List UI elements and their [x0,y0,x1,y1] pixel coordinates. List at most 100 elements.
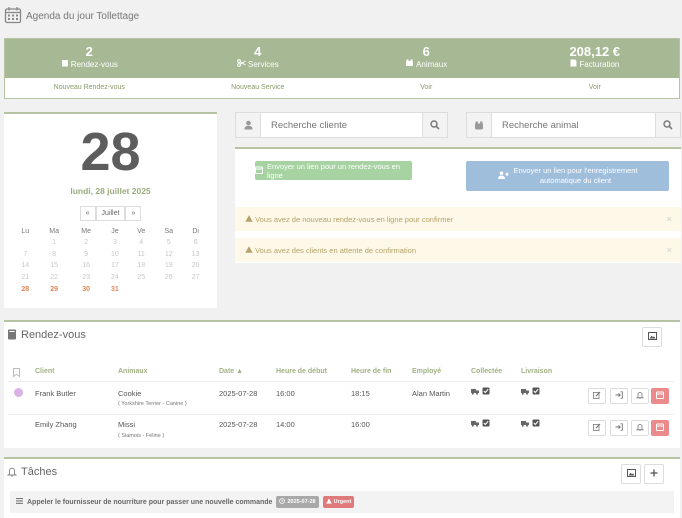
calendar-day[interactable]: 12 [155,249,183,261]
image-icon [647,332,657,342]
calendar-day[interactable]: 31 [102,283,128,295]
calendar-day[interactable]: 28 [13,283,39,295]
reminder-button[interactable] [631,388,649,404]
calendar-day[interactable]: 13 [183,249,209,261]
calendar-day[interactable]: 8 [38,249,70,261]
search-icon[interactable] [655,113,680,137]
calendar-day[interactable]: 19 [155,260,183,272]
task-item[interactable]: Appeler le fournisseur de nourriture pou… [10,491,674,513]
button-label: Envoyer un lien pour l'enregistrement aut… [514,166,638,186]
client-search-input[interactable] [261,113,422,137]
task-date: 2025-07-28 [287,499,316,505]
edit-icon [593,391,601,401]
edit-button[interactable] [588,420,606,436]
page-header: Agenda du jour Tollettage [4,4,139,28]
row-date: 2025-07-28 [219,389,258,398]
truck-icon [471,388,479,397]
weekday-header: Sa [164,227,173,235]
send-registration-link-button[interactable]: Envoyer un lien pour l'enregistrement aut… [466,161,669,191]
add-task-button[interactable] [644,464,664,484]
button-label-line1: Envoyer un lien pour l'enregistrement [513,166,638,175]
calendar-remove-icon [656,391,664,401]
new-service-link[interactable]: Nouveau Service [174,78,343,99]
cancel-appointment-button[interactable] [651,388,669,404]
calendar-day[interactable]: 23 [70,272,102,284]
month-label: Juillet [95,206,126,221]
tasks-panel: Tâches Appeler le fournisseur de nourrit… [4,457,680,518]
view-animals-link[interactable]: Voir [342,78,511,99]
calendar-day[interactable]: 11 [128,249,155,261]
col-employee[interactable]: Employé [412,368,441,375]
alert-text: Vous avez des clients en attente de conf… [255,245,417,255]
calendar-day[interactable]: 18 [128,260,155,272]
calendar-day[interactable]: 2 [70,237,102,249]
stat-appointments: 2 Rendez-vous [5,39,174,78]
col-start[interactable]: Heure de début [276,368,327,375]
next-month-button[interactable]: » [125,206,142,221]
weekday-header: Lu [21,227,30,235]
checkin-button[interactable] [610,420,628,436]
col-animals[interactable]: Animaux [118,368,148,375]
task-date-badge: 2025-07-28 [276,496,319,508]
new-appointment-link[interactable]: Nouveau Rendez-vous [5,78,174,99]
bell-icon [635,423,645,433]
calendar-day[interactable]: 26 [155,272,183,284]
calendar-day[interactable]: 1 [38,237,70,249]
search-icon[interactable] [422,113,447,137]
calendar-day[interactable]: 14 [13,260,39,272]
calendar-day[interactable]: 17 [102,260,128,272]
col-client[interactable]: Client [35,368,54,375]
calendar-day[interactable]: 27 [183,272,209,284]
checkin-button[interactable] [610,388,628,404]
links-panel: Envoyer un lien pour un rendez-vous en l… [235,147,681,263]
close-icon[interactable]: × [667,245,672,255]
calendar-day[interactable]: 3 [102,237,128,249]
col-end[interactable]: Heure de fin [351,368,391,375]
calendar-day[interactable]: 4 [128,237,155,249]
user-plus-icon [497,170,509,182]
calendar-day[interactable]: 20 [183,260,209,272]
alert-pending-online: Vous avez de nouveau rendez-vous en lign… [235,207,681,231]
cancel-appointment-button[interactable] [651,420,669,436]
animal-search-box [466,112,681,138]
image-icon [626,469,636,479]
calendar-day[interactable]: 25 [128,272,155,284]
calendar-day[interactable]: 30 [70,283,102,295]
col-collected[interactable]: Collectée [471,368,502,375]
row-start: 16:00 [276,389,295,398]
calendar-day[interactable]: 9 [70,249,102,261]
col-date-label: Date [219,368,235,375]
col-delivery[interactable]: Livraison [521,368,552,375]
calendar-day[interactable]: 10 [102,249,128,261]
calendar-day[interactable]: 7 [13,249,39,261]
section-title: Tâches [21,466,58,478]
calendar-day[interactable]: 22 [38,272,70,284]
section-title: Rendez-vous [21,329,86,341]
calendar-day [128,283,155,295]
calendar-day[interactable]: 29 [38,283,70,295]
checkbox-checked-icon[interactable] [532,387,540,397]
send-online-booking-link-button[interactable]: Envoyer un lien pour un rendez-vous en l… [255,161,412,180]
calendar-day[interactable]: 21 [13,272,39,284]
edit-button[interactable] [588,388,606,404]
row-end: 16:00 [351,420,370,429]
reminder-button[interactable] [631,420,649,436]
col-date[interactable]: Date ▲ [219,368,243,375]
close-icon[interactable]: × [667,214,672,224]
stat-value: 2 [85,44,93,59]
prev-month-button[interactable]: « [79,206,96,221]
calendar-day[interactable]: 6 [183,237,209,249]
calendar-day[interactable]: 5 [155,237,183,249]
stat-label: Rendez-vous [70,60,118,69]
edit-icon [593,423,601,433]
view-billing-link[interactable]: Voir [511,78,680,99]
print-button[interactable] [621,464,641,484]
calendar-day[interactable]: 24 [102,272,128,284]
calendar-day[interactable]: 16 [70,260,102,272]
checkbox-checked-icon[interactable] [482,419,490,429]
print-button[interactable] [642,327,662,347]
checkbox-checked-icon[interactable] [532,419,540,429]
calendar-day[interactable]: 15 [38,260,70,272]
animal-search-input[interactable] [492,113,655,137]
checkbox-checked-icon[interactable] [482,387,490,397]
